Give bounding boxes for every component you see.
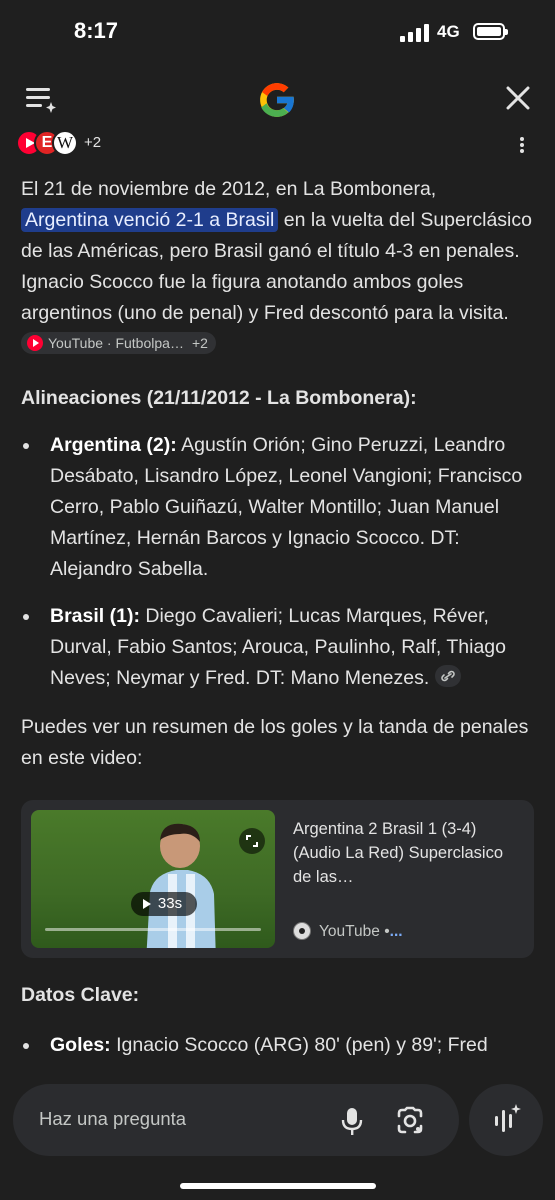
battery-icon [473,23,508,40]
wikipedia-icon: W [52,130,78,156]
close-icon[interactable] [504,84,532,112]
sources-more-count: +2 [84,134,102,151]
video-source: YouTube •... [293,922,403,941]
key-item-text: Ignacio Scocco (ARG) 80' (pen) y 89'; Fr… [110,1034,488,1056]
video-duration-badge[interactable]: 33s [131,892,197,916]
list-item: Goles: Ignacio Scocco (ARG) 80' (pen) y … [21,1030,536,1061]
ask-input[interactable]: Haz una pregunta [39,1108,186,1130]
expand-icon[interactable] [239,828,265,854]
answer-intro: El 21 de noviembre de 2012, en La Bombon… [21,174,536,360]
video-intro: Puedes ver un resumen de los goles y la … [21,716,529,769]
lineups-list: Argentina (2): Agustín Orión; Gino Peruz… [21,430,536,694]
intro-text: El 21 de noviembre de 2012, en La Bombon… [21,178,437,200]
live-button[interactable] [469,1084,543,1156]
key-data-list: Goles: Ignacio Scocco (ARG) 80' (pen) y … [21,1030,536,1061]
live-waveform-icon [495,1104,521,1132]
video-source-label: YouTube • [319,923,390,940]
team-label: Brasil (1): [50,605,140,627]
answer-content: El 21 de noviembre de 2012, en La Bombon… [21,174,536,774]
video-thumbnail[interactable]: 33s [31,810,275,948]
status-time: 8:17 [74,18,119,43]
team-label: Argentina (2): [50,434,177,456]
home-indicator[interactable] [180,1183,376,1189]
lineups-heading: Alineaciones (21/11/2012 - La Bombonera)… [21,387,417,409]
link-icon[interactable] [435,665,462,687]
top-bar [0,72,555,126]
list-item: Argentina (2): Agustín Orión; Gino Peruz… [21,430,536,585]
soccer-ball-icon [293,922,311,940]
signal-icon [400,24,430,42]
key-data-heading: Datos Clave: [21,984,140,1006]
status-bar: 8:17 4G [0,0,555,66]
network-type: 4G [437,22,460,41]
source-chip[interactable]: YouTube · Futbolpa… +2 [21,332,216,354]
chip-label: YouTube · Futbolpa… [48,335,184,351]
key-data: Datos Clave: Goles: Ignacio Scocco (ARG)… [21,980,536,1061]
video-card[interactable]: 33s Argentina 2 Brasil 1 (3-4) (Audio La… [21,800,534,958]
sources-row[interactable]: E W +2 [16,130,136,156]
video-progress-bar [45,928,261,931]
google-lens-icon[interactable] [395,1106,425,1136]
list-item: Brasil (1): Diego Cavalieri; Lucas Marqu… [21,601,536,694]
ask-input-bar[interactable]: Haz una pregunta [13,1084,459,1156]
key-item-label: Goles: [50,1034,111,1056]
microphone-icon[interactable] [341,1106,363,1136]
video-more-dots[interactable]: ... [390,923,403,940]
google-g-logo [260,83,295,117]
history-menu-icon[interactable] [22,84,58,114]
video-title[interactable]: Argentina 2 Brasil 1 (3-4) (Audio La Red… [293,817,518,889]
youtube-icon [27,335,43,351]
more-options-icon[interactable] [512,135,532,155]
highlighted-phrase[interactable]: Argentina venció 2-1 a Brasil [21,208,279,232]
chip-more-count: +2 [191,335,208,351]
